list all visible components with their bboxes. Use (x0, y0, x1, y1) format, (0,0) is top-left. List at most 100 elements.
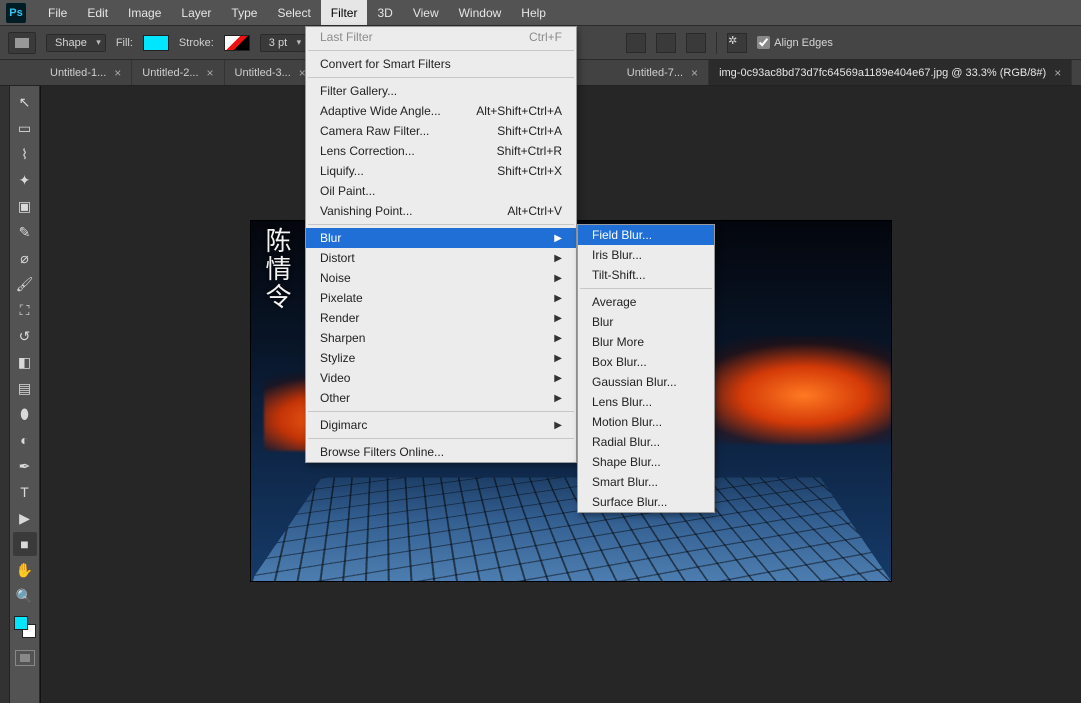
blur-submenu-item[interactable]: Blur (578, 312, 714, 332)
filter-menu-item[interactable]: Camera Raw Filter...Shift+Ctrl+A (306, 121, 576, 141)
menu-type[interactable]: Type (221, 0, 267, 25)
blur-submenu-item[interactable]: Box Blur... (578, 352, 714, 372)
close-icon[interactable]: × (114, 66, 121, 80)
menu-file[interactable]: File (38, 0, 77, 25)
quick-mask-icon[interactable] (15, 650, 35, 666)
stroke-width-field[interactable]: 3 pt (260, 34, 306, 52)
blur-tool[interactable]: ⬮ (13, 402, 37, 426)
menu-item-label: Adaptive Wide Angle... (320, 104, 441, 118)
filter-menu-item[interactable]: Noise▶ (306, 268, 576, 288)
dodge-tool[interactable]: ◐ (13, 428, 37, 452)
menu-image[interactable]: Image (118, 0, 171, 25)
gradient-tool[interactable]: ▤ (13, 376, 37, 400)
menu-item-label: Video (320, 371, 350, 385)
menu-item-label: Lens Blur... (592, 395, 652, 409)
menu-help[interactable]: Help (511, 0, 556, 25)
tool-preset-icon[interactable] (8, 32, 36, 54)
filter-menu-item[interactable]: Sharpen▶ (306, 328, 576, 348)
filter-menu-item[interactable]: Adaptive Wide Angle...Alt+Shift+Ctrl+A (306, 101, 576, 121)
eyedropper-tool[interactable]: ✎ (13, 220, 37, 244)
eraser-tool[interactable]: ◧ (13, 350, 37, 374)
move-tool[interactable]: ↖ (13, 90, 37, 114)
foreground-color-swatch[interactable] (14, 616, 28, 630)
arrange-icon[interactable] (686, 33, 706, 53)
submenu-arrow-icon: ▶ (554, 233, 562, 244)
blur-submenu-item[interactable]: Tilt-Shift... (578, 265, 714, 285)
menu-3d[interactable]: 3D (367, 0, 402, 25)
hand-tool[interactable]: ✋ (13, 558, 37, 582)
stroke-swatch[interactable] (224, 35, 250, 51)
document-tab[interactable]: Untitled-7... × (617, 60, 709, 85)
filter-menu-item[interactable]: Digimarc▶ (306, 415, 576, 435)
zoom-tool[interactable]: 🔍 (13, 584, 37, 608)
menu-edit[interactable]: Edit (77, 0, 118, 25)
menu-filter[interactable]: Filter (321, 0, 368, 25)
menu-separator (308, 77, 574, 78)
divider (716, 32, 717, 54)
crop-tool[interactable]: ▣ (13, 194, 37, 218)
clone-stamp-tool[interactable]: ⛶ (13, 298, 37, 322)
menu-item-label: Stylize (320, 351, 355, 365)
document-tab[interactable]: Untitled-2...× (132, 60, 224, 85)
blur-submenu-item[interactable]: Iris Blur... (578, 245, 714, 265)
close-icon[interactable]: × (207, 66, 214, 80)
menu-window[interactable]: Window (449, 0, 512, 25)
lasso-tool[interactable]: ⌇ (13, 142, 37, 166)
magic-wand-tool[interactable]: ✦ (13, 168, 37, 192)
align-edges-input[interactable] (757, 36, 770, 49)
filter-menu-item[interactable]: Other▶ (306, 388, 576, 408)
filter-menu-item[interactable]: Pixelate▶ (306, 288, 576, 308)
blur-submenu-item[interactable]: Field Blur... (578, 225, 714, 245)
align-edges-checkbox[interactable]: Align Edges (757, 36, 833, 49)
blur-submenu-item[interactable]: Average (578, 292, 714, 312)
path-selection-tool[interactable]: ▶ (13, 506, 37, 530)
blur-submenu-item[interactable]: Motion Blur... (578, 412, 714, 432)
pen-tool[interactable]: ✒ (13, 454, 37, 478)
filter-menu-item[interactable]: Blur▶ (306, 228, 576, 248)
brush-tool[interactable]: 🖌 (13, 272, 37, 296)
filter-menu-item[interactable]: Browse Filters Online... (306, 442, 576, 462)
shape-mode-dropdown[interactable]: Shape (46, 34, 106, 52)
filter-menu-item[interactable]: Render▶ (306, 308, 576, 328)
blur-submenu-item[interactable]: Lens Blur... (578, 392, 714, 412)
blur-submenu-item[interactable]: Gaussian Blur... (578, 372, 714, 392)
tab-label: Untitled-7... (627, 67, 683, 79)
marquee-tool[interactable]: ▭ (13, 116, 37, 140)
menu-select[interactable]: Select (267, 0, 320, 25)
menu-item-label: Last Filter (320, 30, 373, 44)
document-tab[interactable]: Untitled-3...× (225, 60, 317, 85)
close-icon[interactable]: × (1054, 66, 1061, 80)
document-tab[interactable]: Untitled-1...× (40, 60, 132, 85)
blur-submenu-item[interactable]: Radial Blur... (578, 432, 714, 452)
blur-submenu-item[interactable]: Shape Blur... (578, 452, 714, 472)
menu-layer[interactable]: Layer (171, 0, 221, 25)
filter-menu-item[interactable]: Lens Correction...Shift+Ctrl+R (306, 141, 576, 161)
history-brush-tool[interactable]: ↺ (13, 324, 37, 348)
close-icon[interactable]: × (691, 66, 698, 80)
healing-brush-tool[interactable]: ⌀ (13, 246, 37, 270)
filter-dropdown-menu[interactable]: Last FilterCtrl+FConvert for Smart Filte… (305, 26, 577, 463)
gear-icon[interactable]: ✲ (727, 33, 747, 53)
blur-submenu-item[interactable]: Smart Blur... (578, 472, 714, 492)
filter-menu-item[interactable]: Convert for Smart Filters (306, 54, 576, 74)
submenu-arrow-icon: ▶ (554, 393, 562, 404)
align-icon[interactable] (656, 33, 676, 53)
filter-menu-item[interactable]: Video▶ (306, 368, 576, 388)
blur-submenu[interactable]: Field Blur...Iris Blur...Tilt-Shift... Av… (577, 224, 715, 513)
filter-menu-item[interactable]: Liquify...Shift+Ctrl+X (306, 161, 576, 181)
menu-item-label: Liquify... (320, 164, 364, 178)
blur-submenu-item[interactable]: Surface Blur... (578, 492, 714, 512)
fill-swatch[interactable] (143, 35, 169, 51)
filter-menu-item[interactable]: Vanishing Point...Alt+Ctrl+V (306, 201, 576, 221)
path-op-icon[interactable] (626, 33, 646, 53)
blur-submenu-item[interactable]: Blur More (578, 332, 714, 352)
foreground-background-swatches[interactable] (14, 616, 36, 638)
filter-menu-item[interactable]: Distort▶ (306, 248, 576, 268)
type-tool[interactable]: T (13, 480, 37, 504)
filter-menu-item[interactable]: Oil Paint... (306, 181, 576, 201)
document-tab[interactable]: img-0c93ac8bd73d7fc64569a1189e404e67.jpg… (709, 60, 1072, 85)
rectangle-tool[interactable]: ■ (13, 532, 37, 556)
filter-menu-item[interactable]: Filter Gallery... (306, 81, 576, 101)
filter-menu-item[interactable]: Stylize▶ (306, 348, 576, 368)
menu-view[interactable]: View (403, 0, 449, 25)
